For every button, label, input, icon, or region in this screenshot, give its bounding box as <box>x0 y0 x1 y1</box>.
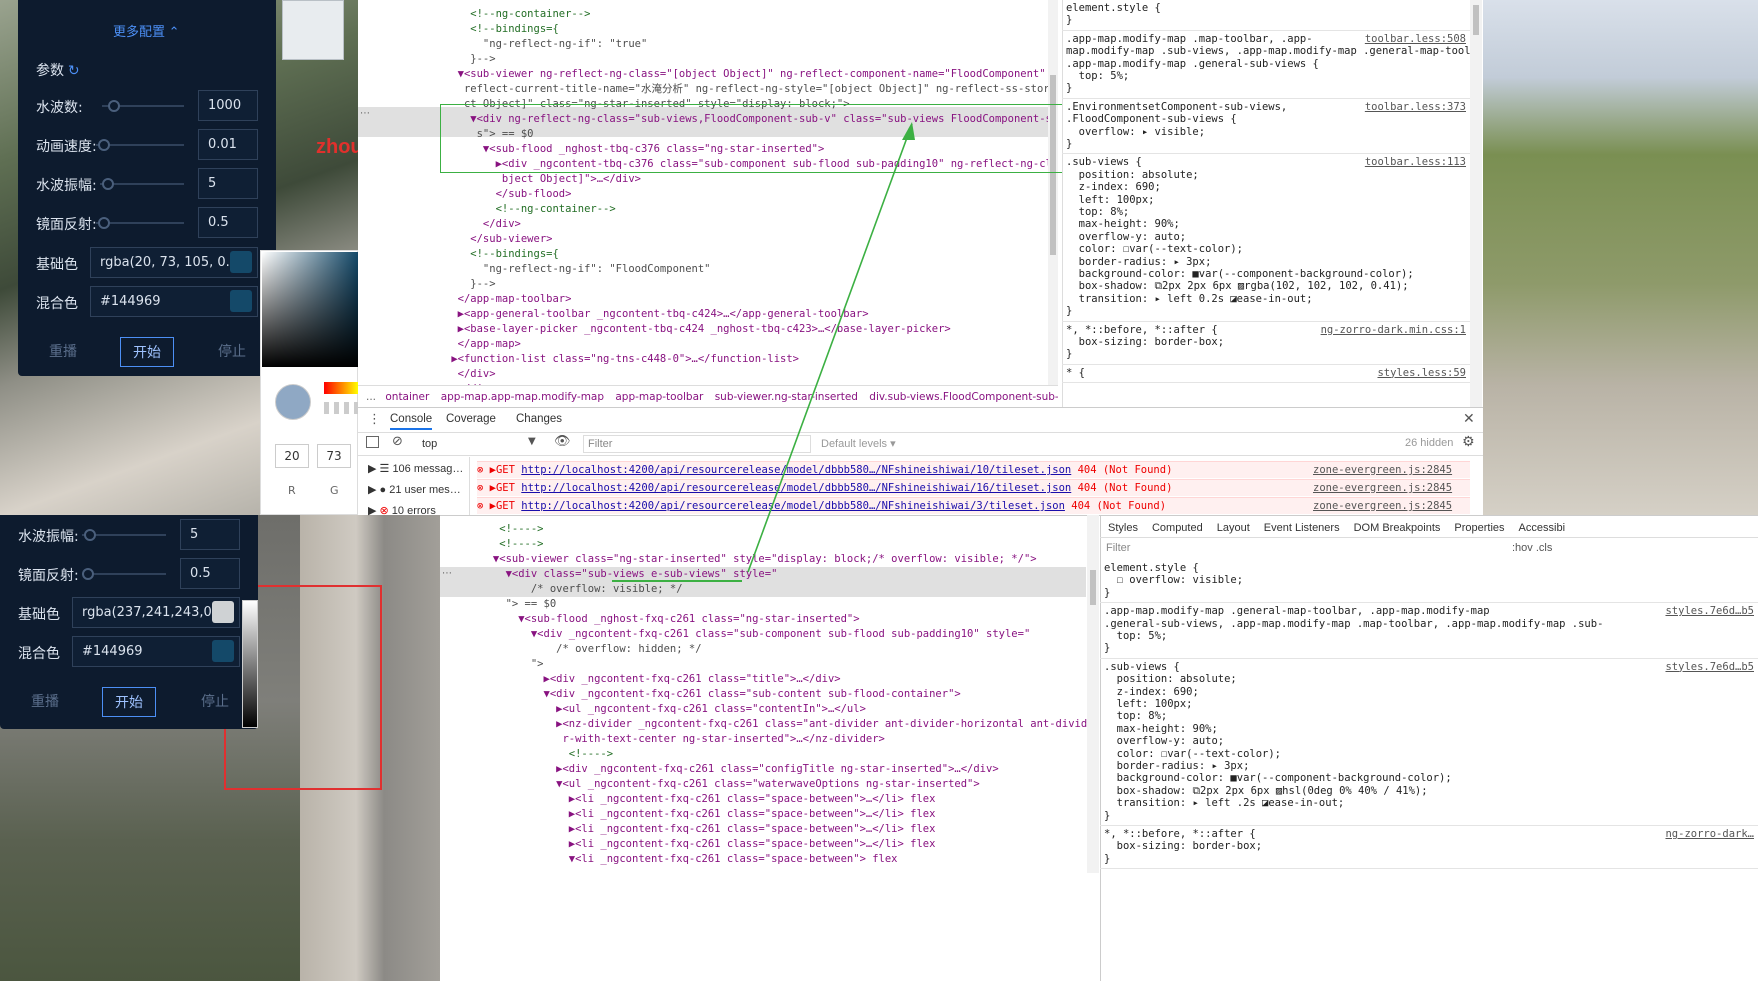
arrow-line <box>747 123 913 573</box>
annotation-arrow <box>747 122 915 573</box>
arrow-head <box>902 122 915 140</box>
